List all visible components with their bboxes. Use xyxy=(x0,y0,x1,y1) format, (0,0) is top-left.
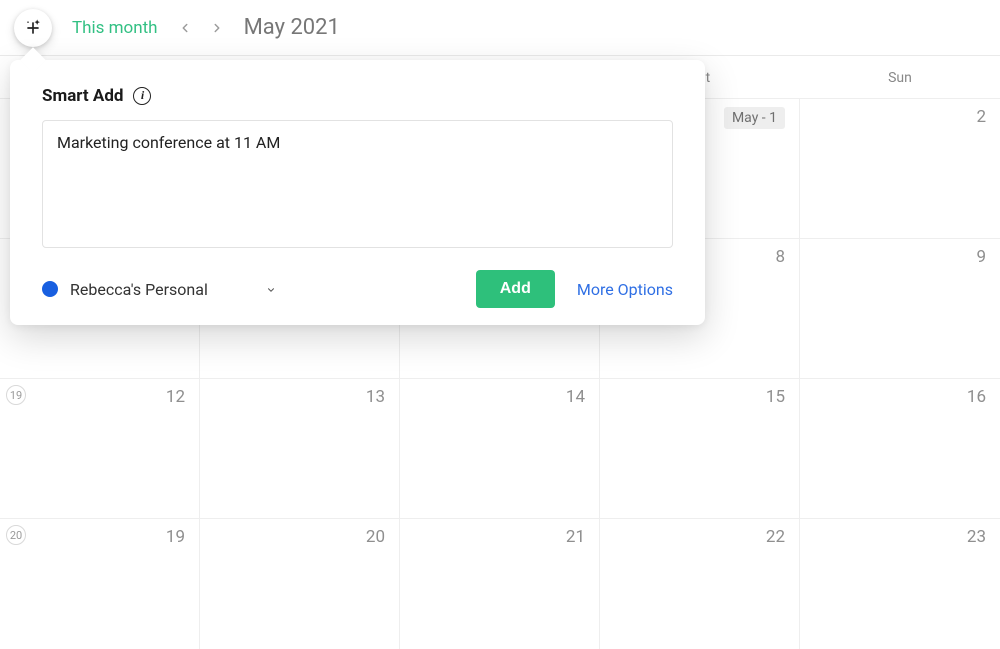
info-icon[interactable] xyxy=(133,87,151,105)
calendar-toolbar: This month May 2021 xyxy=(0,0,1000,56)
day-cell[interactable]: 15 xyxy=(600,379,800,519)
day-cell[interactable]: 20 19 xyxy=(0,519,200,649)
week-number-badge: 19 xyxy=(6,385,26,405)
day-cell[interactable]: 19 12 xyxy=(0,379,200,519)
add-button[interactable]: Add xyxy=(476,270,555,308)
calendar-name: Rebecca's Personal xyxy=(70,280,208,299)
calendar-color-dot xyxy=(42,281,58,297)
day-number: 19 xyxy=(166,527,185,547)
popover-footer: Rebecca's Personal Add More Options xyxy=(42,270,673,308)
smart-add-button[interactable] xyxy=(14,9,52,47)
day-cell[interactable]: 22 xyxy=(600,519,800,649)
day-cell[interactable]: 16 xyxy=(800,379,1000,519)
day-number: 14 xyxy=(566,387,585,407)
day-number: 21 xyxy=(566,527,585,547)
day-number: 22 xyxy=(766,527,785,547)
day-cell[interactable]: 14 xyxy=(400,379,600,519)
day-cell[interactable]: 21 xyxy=(400,519,600,649)
chevron-right-icon xyxy=(210,21,224,35)
day-number: 2 xyxy=(976,107,986,127)
prev-month-button[interactable] xyxy=(176,19,194,37)
chevron-left-icon xyxy=(178,21,192,35)
day-number: 15 xyxy=(766,387,785,407)
month-title: May 2021 xyxy=(244,15,340,40)
day-number: 9 xyxy=(976,247,986,267)
day-cell[interactable]: 23 xyxy=(800,519,1000,649)
day-number: 20 xyxy=(366,527,385,547)
day-number: 8 xyxy=(775,247,785,267)
this-month-link[interactable]: This month xyxy=(72,18,158,38)
day-number: 12 xyxy=(166,387,185,407)
day-cell[interactable]: 2 xyxy=(800,99,1000,239)
calendar-picker[interactable]: Rebecca's Personal xyxy=(42,280,276,299)
chevron-down-icon xyxy=(266,280,276,299)
month-nav xyxy=(176,19,226,37)
day-number: 23 xyxy=(967,527,986,547)
day-cell[interactable]: 9 xyxy=(800,239,1000,379)
month-start-badge: May - 1 xyxy=(724,107,785,129)
day-number: 16 xyxy=(967,387,986,407)
popover-title: Smart Add xyxy=(42,86,123,106)
sparkle-plus-icon xyxy=(23,18,43,38)
day-number: 13 xyxy=(366,387,385,407)
next-month-button[interactable] xyxy=(208,19,226,37)
more-options-link[interactable]: More Options xyxy=(577,280,673,299)
popover-header: Smart Add xyxy=(42,86,673,106)
smart-add-popover: Smart Add Rebecca's Personal Add More Op… xyxy=(10,60,705,325)
day-cell[interactable]: 20 xyxy=(200,519,400,649)
week-number-badge: 20 xyxy=(6,525,26,545)
weekday-label: Sun xyxy=(800,56,1000,98)
smart-add-input[interactable] xyxy=(42,120,673,248)
day-cell[interactable]: 13 xyxy=(200,379,400,519)
